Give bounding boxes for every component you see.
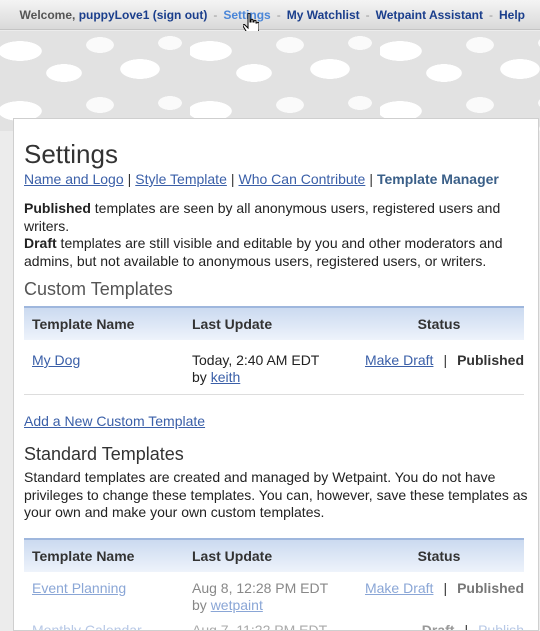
subnav-who-can-contribute[interactable]: Who Can Contribute — [239, 171, 366, 187]
draft-description: Draft templates are still visible and ed… — [24, 235, 528, 270]
sign-out-link[interactable]: (sign out) — [153, 8, 208, 22]
subnav-name-and-logo[interactable]: Name and Logo — [24, 171, 124, 187]
custom-templates-heading: Custom Templates — [24, 279, 173, 299]
add-custom-template-link[interactable]: Add a New Custom Template — [24, 413, 528, 429]
nav-wetpaint-assistant-link[interactable]: Wetpaint Assistant — [376, 8, 483, 22]
table-row: Monthly Calendar Aug 7, 11:22 PM EDT Dra… — [24, 622, 524, 631]
template-name-link[interactable]: Event Planning — [32, 580, 126, 596]
author-link[interactable]: keith — [211, 369, 241, 385]
published-description: Published templates are seen by all anon… — [24, 200, 528, 235]
separator: - — [276, 7, 281, 22]
column-header-template-name: Template Name — [24, 537, 184, 572]
last-update-date: Aug 8, 12:28 PM EDT — [192, 579, 329, 596]
welcome-text: Welcome, — [19, 7, 76, 22]
page-title: Settings — [24, 139, 118, 169]
template-name-link[interactable]: Monthly Calendar — [32, 622, 142, 631]
author-link[interactable]: wetpaint — [211, 597, 263, 613]
published-label: Published — [24, 200, 91, 216]
status-separator: | — [443, 352, 448, 368]
subnav-separator: | — [369, 171, 373, 187]
status-separator: | — [443, 579, 448, 596]
last-update-date: Aug 7, 11:22 PM EDT — [192, 621, 328, 631]
separator: - — [365, 7, 370, 22]
column-header-last-update: Last Update — [184, 537, 346, 572]
settings-panel: Settings Name and Logo | Style Template | Wh… — [13, 118, 539, 631]
standard-templates-table: Template Name Last Update Status Event P… — [24, 537, 524, 631]
standard-templates-heading: Standard Templates — [24, 444, 184, 464]
top-nav-bar: Welcome, puppyLove1 (sign out) - Setting… — [0, 0, 540, 30]
column-header-template-name: Template Name — [24, 306, 184, 340]
by-text: by — [192, 596, 207, 613]
subnav-style-template[interactable]: Style Template — [135, 171, 227, 187]
make-draft-link[interactable]: Make Draft — [365, 580, 433, 596]
published-text: templates are seen by all anonymous user… — [24, 200, 501, 234]
draft-text: templates are still visible and editable… — [24, 235, 503, 269]
table-row: Event Planning Aug 8, 12:28 PM EDT by we… — [24, 572, 524, 622]
standard-templates-description: Standard templates are created and manag… — [24, 469, 528, 520]
table-row: My Dog Today, 2:40 AM EDT by keith Make … — [24, 340, 524, 395]
draft-label: Draft — [24, 235, 57, 251]
nav-help-link[interactable]: Help — [499, 8, 525, 22]
username-link[interactable]: puppyLove1 — [79, 8, 150, 22]
publish-link[interactable]: Publish — [478, 622, 524, 631]
make-draft-link[interactable]: Make Draft — [365, 352, 433, 368]
column-header-status: Status — [346, 537, 524, 572]
column-header-status: Status — [346, 306, 524, 340]
nav-watchlist-link[interactable]: My Watchlist — [287, 8, 360, 22]
status-draft: Draft — [421, 621, 455, 631]
template-name-link[interactable]: My Dog — [32, 352, 80, 368]
subnav-separator: | — [127, 171, 132, 187]
decorative-background — [0, 31, 540, 131]
separator: - — [213, 7, 218, 22]
by-text: by — [192, 369, 207, 385]
last-update-date: Today, 2:40 AM EDT — [192, 352, 320, 368]
status-separator: | — [464, 621, 469, 631]
status-published: Published — [457, 352, 524, 368]
status-published: Published — [457, 579, 524, 596]
subnav-template-manager: Template Manager — [376, 171, 499, 187]
separator: - — [488, 7, 493, 22]
subnav-separator: | — [230, 171, 235, 187]
custom-templates-table: Template Name Last Update Status My Dog … — [24, 306, 524, 395]
column-header-last-update: Last Update — [184, 306, 346, 340]
settings-subnav: Name and Logo | Style Template | Who Can Con… — [24, 171, 528, 187]
